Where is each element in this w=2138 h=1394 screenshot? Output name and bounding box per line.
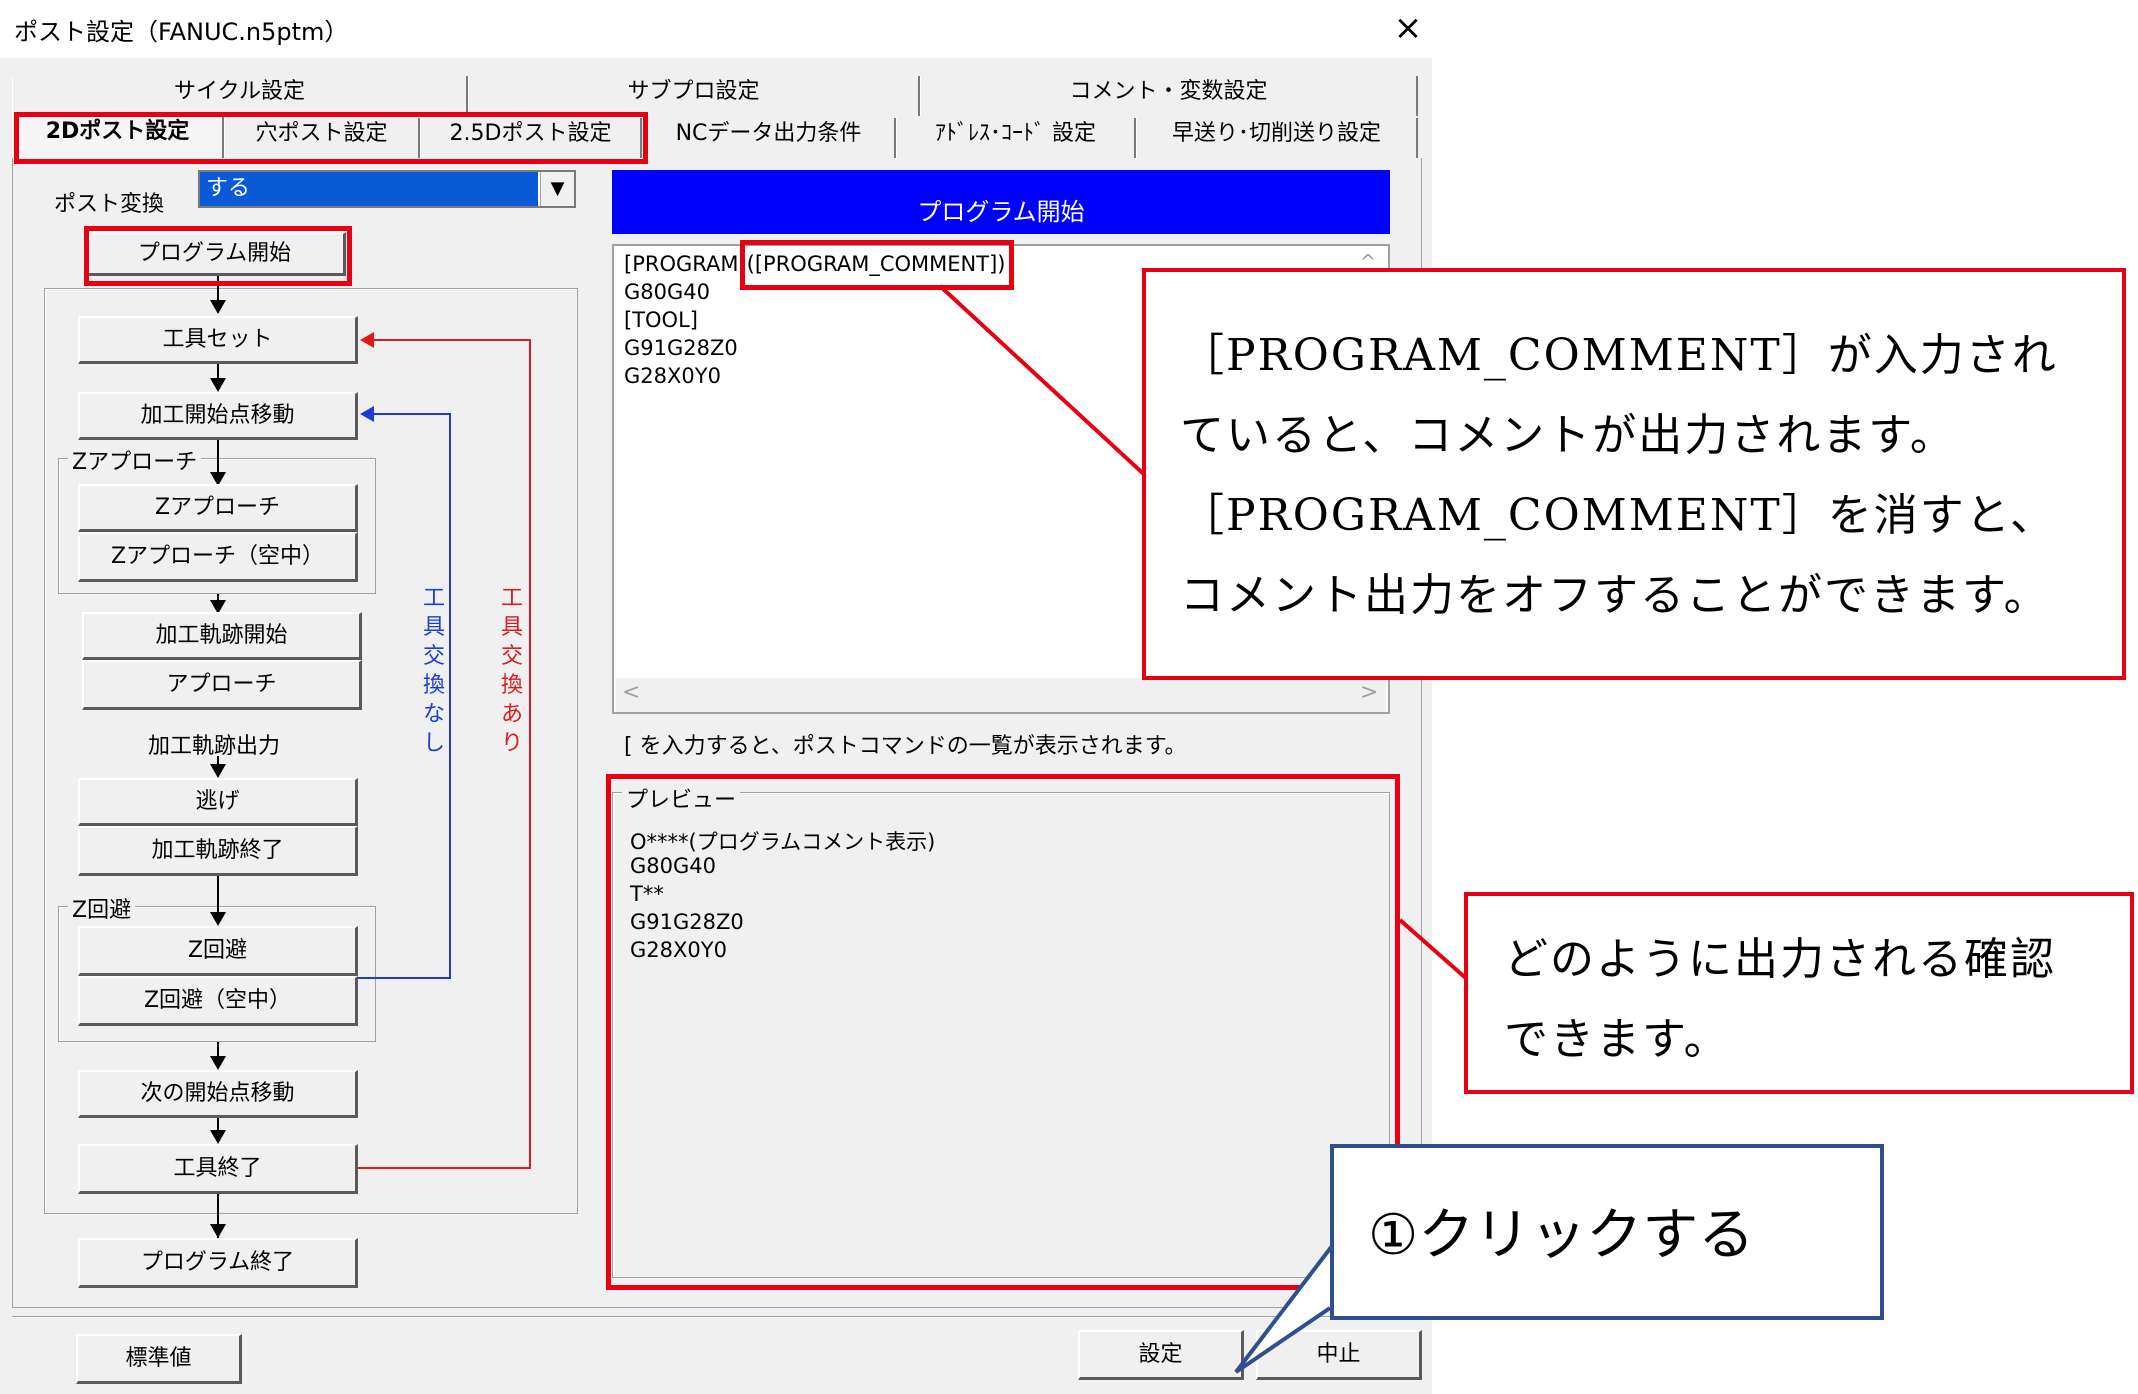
comment-info-callout: ［PROGRAM_COMMENT］が入力され ていると、コメントが出力されます。… [1142,268,2126,680]
callout-line: コメント出力をオフすることができます。 [1180,570,2050,621]
callout-line: どのように出力される確認 [1504,934,2056,985]
callout-line: ［PROGRAM_COMMENT］が入力され [1180,330,2058,381]
callout-line: ［PROGRAM_COMMENT］を消すと、 [1180,490,2056,541]
click-instruction-text: ①クリックする [1368,1203,1755,1268]
click-instruction-callout: ①クリックする [1330,1144,1884,1320]
callout-line: ていると、コメントが出力されます。 [1180,410,1956,461]
preview-info-callout: どのように出力される確認 できます。 [1464,892,2134,1094]
callout-line: できます。 [1504,1014,1730,1065]
